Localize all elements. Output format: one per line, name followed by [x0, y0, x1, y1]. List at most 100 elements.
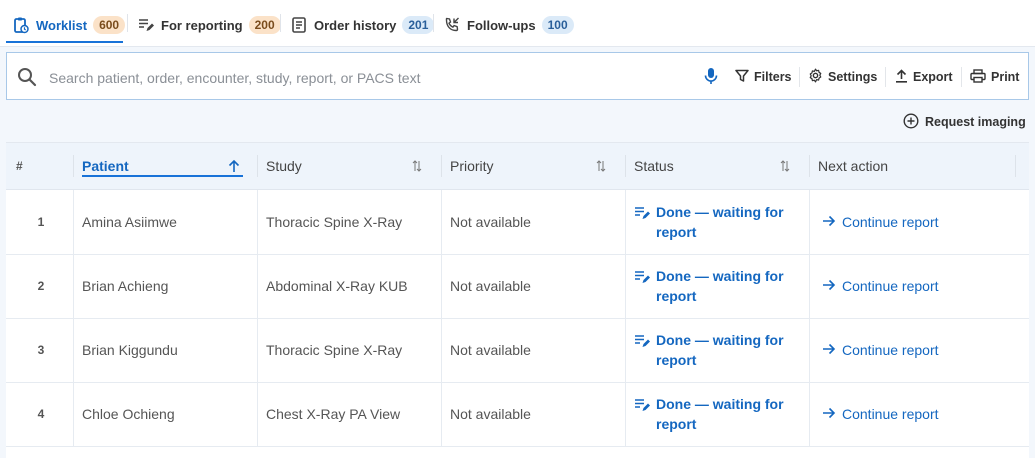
- cell-divider: [441, 382, 442, 446]
- filter-icon: [735, 69, 749, 86]
- arrow-right-icon: [822, 214, 836, 230]
- status-text: Done — waiting for: [656, 268, 784, 284]
- table-row[interactable]: 4 Chloe Ochieng Chest X-Ray PA View Not …: [6, 382, 1029, 447]
- upload-icon: [895, 68, 908, 86]
- toolbar-divider: [799, 67, 800, 87]
- microphone-button[interactable]: [704, 67, 718, 87]
- continue-report-link[interactable]: Continue report: [822, 278, 939, 294]
- tab-bar: Worklist 600 For reporting 200 Order his…: [0, 0, 1035, 47]
- cell-divider: [257, 382, 258, 446]
- cell-divider: [73, 382, 74, 446]
- column-header-number: #: [16, 159, 23, 173]
- sort-icon: [780, 159, 792, 173]
- tab-worklist-count: 600: [93, 16, 126, 34]
- filters-label: Filters: [754, 70, 792, 84]
- table-row[interactable]: 3 Brian Kiggundu Thoracic Spine X-Ray No…: [6, 318, 1029, 383]
- cell-divider: [441, 318, 442, 382]
- table-row[interactable]: 2 Brian Achieng Abdominal X-Ray KUB Not …: [6, 254, 1029, 319]
- settings-label: Settings: [828, 70, 878, 84]
- column-divider: [257, 155, 258, 177]
- arrow-right-icon: [822, 406, 836, 422]
- print-button[interactable]: Print: [970, 67, 1019, 87]
- cell-divider: [441, 254, 442, 318]
- column-divider: [1015, 155, 1016, 177]
- search-input[interactable]: [47, 65, 611, 91]
- continue-report-link[interactable]: Continue report: [822, 342, 939, 358]
- cell-divider: [73, 190, 74, 254]
- column-divider: [809, 155, 810, 177]
- tab-follow-ups-label: Follow-ups: [467, 17, 536, 33]
- row-number: 4: [37, 407, 45, 421]
- export-button[interactable]: Export: [895, 67, 953, 87]
- arrow-right-icon: [822, 278, 836, 294]
- patient-name: Amina Asiimwe: [82, 214, 177, 230]
- tab-divider: [280, 14, 281, 32]
- status-text: Done — waiting for: [656, 332, 784, 348]
- study-name: Abdominal X-Ray KUB: [266, 278, 408, 294]
- tab-worklist[interactable]: Worklist 600: [12, 10, 126, 40]
- tab-for-reporting[interactable]: For reporting 200: [137, 10, 281, 40]
- cell-divider: [809, 318, 810, 382]
- tab-order-history-count: 201: [402, 16, 435, 34]
- tab-order-history[interactable]: Order history 201: [290, 10, 435, 40]
- status-text: Done — waiting for: [656, 204, 784, 220]
- column-header-status[interactable]: Status: [634, 143, 804, 189]
- search-icon: [17, 67, 37, 87]
- study-name: Chest X-Ray PA View: [266, 406, 401, 422]
- tab-for-reporting-count: 200: [248, 16, 281, 34]
- cell-divider: [809, 254, 810, 318]
- cell-divider: [625, 382, 626, 446]
- priority-value: Not available: [450, 278, 531, 294]
- active-tab-indicator: [6, 41, 123, 43]
- tab-for-reporting-label: For reporting: [161, 17, 243, 33]
- phone-callback-icon: [443, 16, 461, 34]
- filters-button[interactable]: Filters: [735, 67, 792, 87]
- toolbar-divider: [961, 67, 962, 87]
- patient-name: Chloe Ochieng: [82, 406, 175, 422]
- column-divider: [625, 155, 626, 177]
- print-label: Print: [991, 70, 1020, 84]
- document-list-icon: [290, 16, 308, 34]
- row-number: 3: [37, 343, 45, 357]
- status-cell: Done — waiting for report: [634, 382, 804, 446]
- continue-report-link[interactable]: Continue report: [822, 214, 939, 230]
- sort-icon: [412, 159, 424, 173]
- arrow-up-icon: [228, 159, 240, 173]
- continue-report-link[interactable]: Continue report: [822, 406, 939, 422]
- sorted-column-indicator: [82, 175, 243, 177]
- gear-icon: [808, 68, 823, 86]
- worklist-table: # Patient Study Priority Status Next act…: [6, 142, 1029, 458]
- column-header-next-action: Next action: [818, 158, 889, 174]
- status-text: Done — waiting for: [656, 396, 784, 412]
- tab-divider: [433, 14, 434, 32]
- column-divider: [73, 155, 74, 177]
- cell-divider: [625, 254, 626, 318]
- column-header-patient[interactable]: Patient: [82, 143, 252, 189]
- toolbar-divider: [885, 67, 886, 87]
- status-text: report: [656, 224, 697, 240]
- status-text: report: [656, 288, 697, 304]
- next-action-cell: Continue report: [822, 382, 939, 446]
- priority-value: Not available: [450, 214, 531, 230]
- cell-divider: [257, 190, 258, 254]
- arrow-right-icon: [822, 342, 836, 358]
- table-row[interactable]: 1 Amina Asiimwe Thoracic Spine X-Ray Not…: [6, 190, 1029, 255]
- clipboard-clock-icon: [12, 16, 30, 34]
- settings-button[interactable]: Settings: [808, 67, 877, 87]
- row-number: 1: [37, 215, 45, 229]
- microphone-icon: [704, 67, 718, 88]
- column-header-priority[interactable]: Priority: [450, 143, 620, 189]
- export-label: Export: [913, 70, 953, 84]
- request-imaging-label: Request imaging: [925, 115, 1026, 129]
- edit-note-icon: [634, 333, 650, 349]
- printer-icon: [970, 68, 986, 86]
- priority-value: Not available: [450, 342, 531, 358]
- priority-value: Not available: [450, 406, 531, 422]
- patient-name: Brian Kiggundu: [82, 342, 178, 358]
- row-number: 2: [37, 279, 45, 293]
- request-imaging-button[interactable]: Request imaging: [903, 112, 1026, 132]
- tab-follow-ups[interactable]: Follow-ups 100: [443, 10, 574, 40]
- column-header-study[interactable]: Study: [266, 143, 436, 189]
- cell-divider: [441, 190, 442, 254]
- tab-worklist-label: Worklist: [36, 17, 88, 33]
